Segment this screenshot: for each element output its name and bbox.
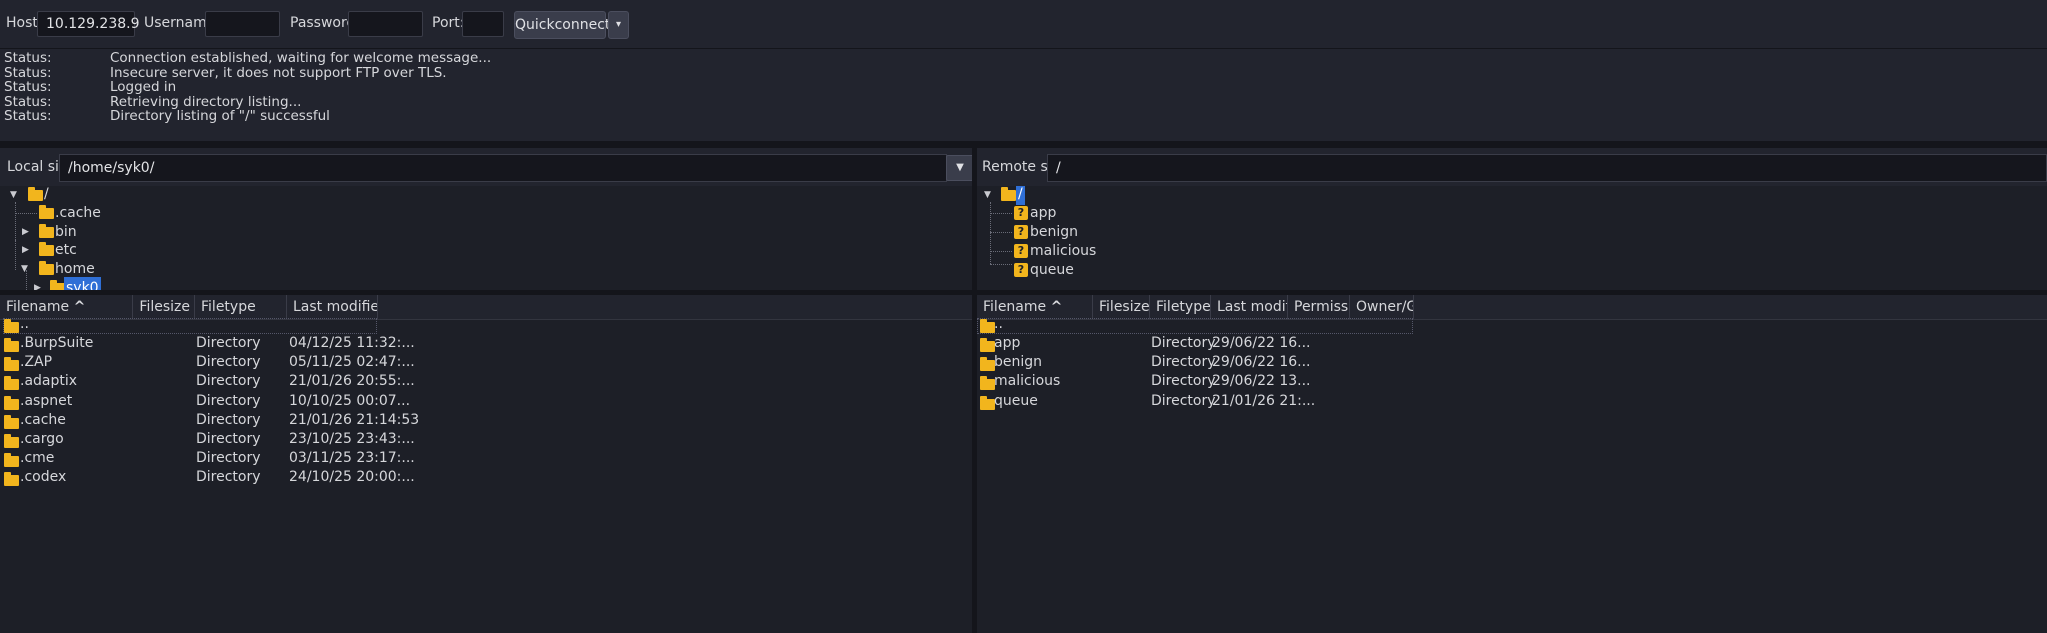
cell-last-modified: 24/10/25 20:00:... (289, 469, 415, 486)
expand-arrow-icon[interactable]: ▶ (22, 227, 29, 237)
collapse-arrow-icon[interactable]: ▼ (10, 190, 17, 200)
remote-directory-tree: ▼ / ? app ? benign ? malicious ? queue (977, 186, 2047, 290)
folder-icon (39, 242, 54, 256)
expand-arrow-icon[interactable]: ▶ (34, 283, 41, 290)
remote-site-path-input[interactable]: / (1047, 154, 2047, 182)
cell-last-modified: 21/01/26 21:... (1212, 392, 1316, 409)
unknown-folder-icon: ? (1014, 206, 1028, 220)
message-log: Status: Connection established, waiting f… (0, 49, 2047, 141)
unknown-folder-icon: ? (1014, 263, 1028, 277)
username-input[interactable] (205, 11, 280, 37)
folder-icon (39, 205, 54, 219)
quickconnect-history-dropdown[interactable]: ▾ (608, 11, 629, 39)
local-directory-tree-lower: ▶ etc ▼ home ▶ syk0 (0, 240, 972, 290)
quickconnect-bar: Host: 10.129.238.9 Username: Password: P… (0, 0, 2047, 49)
port-input[interactable] (462, 11, 504, 37)
folder-icon (28, 187, 43, 201)
log-splitter[interactable] (0, 141, 2047, 148)
host-input[interactable]: 10.129.238.9 (37, 11, 140, 37)
cell-filetype: Directory (196, 469, 261, 486)
quickconnect-button[interactable]: Quickconnect (514, 11, 610, 39)
folder-icon (980, 395, 995, 410)
tree-item[interactable]: ? queue (1014, 259, 1114, 281)
chevron-down-icon: ▼ (956, 162, 964, 173)
folder-icon (39, 261, 54, 275)
folder-icon (1001, 187, 1016, 201)
cell-filename: queue (994, 392, 1038, 409)
unknown-folder-icon: ? (1014, 244, 1028, 258)
cell-filename: .codex (20, 469, 67, 486)
tree-item-selected[interactable]: syk0 (50, 277, 130, 290)
collapse-arrow-icon[interactable]: ▼ (21, 264, 28, 274)
cell-filetype: Directory (1151, 392, 1216, 409)
expand-arrow-icon[interactable]: ▶ (22, 245, 29, 255)
collapse-arrow-icon[interactable]: ▼ (984, 190, 991, 200)
folder-link-icon (39, 224, 54, 238)
log-line: Status: Directory listing of "/" successf… (4, 108, 330, 124)
local-site-path-input[interactable]: /home/syk0/ (59, 154, 947, 182)
folder-icon (4, 472, 19, 487)
table-row[interactable]: .codex Directory 24/10/25 20:00:... (0, 465, 972, 490)
table-row[interactable]: queue Directory 21/01/26 21:... (977, 389, 2047, 414)
local-site-bar: Local site: /home/syk0/ ▼ (0, 148, 974, 186)
unknown-folder-icon: ? (1014, 225, 1028, 239)
remote-site-bar: Remote site: / (977, 148, 2047, 186)
port-label: Port: (432, 15, 465, 31)
chevron-down-icon: ▾ (615, 19, 622, 30)
folder-icon (50, 280, 65, 290)
local-site-dropdown[interactable]: ▼ (946, 155, 974, 181)
password-input[interactable] (348, 11, 423, 37)
